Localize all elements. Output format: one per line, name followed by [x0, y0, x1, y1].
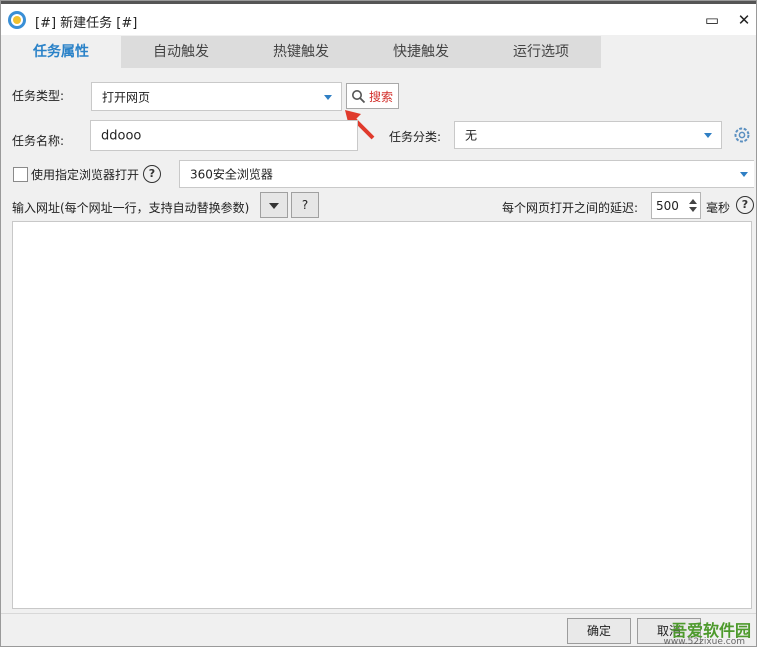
tab-hotkey-trigger[interactable]: 热键触发 — [241, 36, 361, 68]
category-select[interactable]: 无 — [454, 121, 722, 149]
search-icon — [352, 90, 366, 104]
search-button[interactable]: 搜索 — [346, 83, 399, 109]
task-type-value: 打开网页 — [102, 90, 151, 104]
task-name-label: 任务名称: — [12, 134, 65, 148]
task-type-label: 任务类型: — [12, 89, 65, 103]
browser-checkbox-label: 使用指定浏览器打开 — [31, 168, 140, 182]
spin-up-icon[interactable] — [689, 199, 697, 204]
insert-param-button[interactable] — [260, 192, 288, 218]
tab-auto-trigger[interactable]: 自动触发 — [121, 36, 241, 68]
tab-run-options[interactable]: 运行选项 — [481, 36, 601, 68]
tab-bar: 任务属性 自动触发 热键触发 快捷触发 运行选项 — [1, 36, 756, 68]
browser-checkbox[interactable] — [13, 167, 28, 182]
spin-down-icon[interactable] — [689, 207, 697, 212]
triangle-down-icon — [269, 202, 279, 209]
url-help-button[interactable]: ? — [291, 192, 319, 218]
gear-icon[interactable] — [732, 125, 752, 145]
maximize-button[interactable]: ▭ — [703, 11, 721, 29]
task-name-value: ddooo — [101, 128, 142, 143]
tab-shortcut-trigger[interactable]: 快捷触发 — [361, 36, 481, 68]
search-label: 搜索 — [369, 90, 394, 104]
task-properties-panel: 任务类型: 打开网页 搜索 任务名称: ddooo 任务分类: 无 使用指定浏览… — [1, 68, 756, 646]
task-type-select[interactable]: 打开网页 — [91, 82, 342, 111]
ok-button[interactable]: 确定 — [567, 618, 631, 644]
chevron-down-icon — [704, 133, 712, 138]
close-button[interactable]: ✕ — [735, 11, 753, 29]
browser-help-icon[interactable]: ? — [143, 165, 161, 183]
watermark-url: www.52zixue.com — [663, 637, 745, 647]
browser-select[interactable]: 360安全浏览器 — [179, 160, 754, 188]
tab-task-properties[interactable]: 任务属性 — [1, 36, 121, 68]
delay-spinbox[interactable]: 500 — [651, 192, 701, 219]
chevron-down-icon — [740, 172, 748, 177]
category-label: 任务分类: — [389, 130, 442, 144]
delay-label: 每个网页打开之间的延迟: — [502, 201, 639, 215]
delay-help-icon[interactable]: ? — [736, 196, 754, 214]
category-value: 无 — [465, 128, 478, 143]
app-gear-icon — [8, 11, 26, 29]
new-task-dialog: [#] 新建任务 [#] ▭ ✕ 任务属性 自动触发 热键触发 快捷触发 运行选… — [0, 0, 757, 647]
title-bar: [#] 新建任务 [#] ▭ ✕ — [1, 1, 756, 35]
delay-unit: 毫秒 — [706, 201, 731, 215]
chevron-down-icon — [324, 94, 332, 100]
task-name-input[interactable]: ddooo — [90, 120, 358, 151]
window-title: [#] 新建任务 [#] — [35, 16, 138, 31]
dialog-footer: 确定 取消 — [1, 613, 756, 646]
delay-value: 500 — [656, 199, 679, 213]
url-label: 输入网址(每个网址一行，支持自动替换参数) — [12, 201, 250, 215]
browser-value: 360安全浏览器 — [190, 167, 273, 182]
url-textarea[interactable] — [12, 221, 752, 609]
